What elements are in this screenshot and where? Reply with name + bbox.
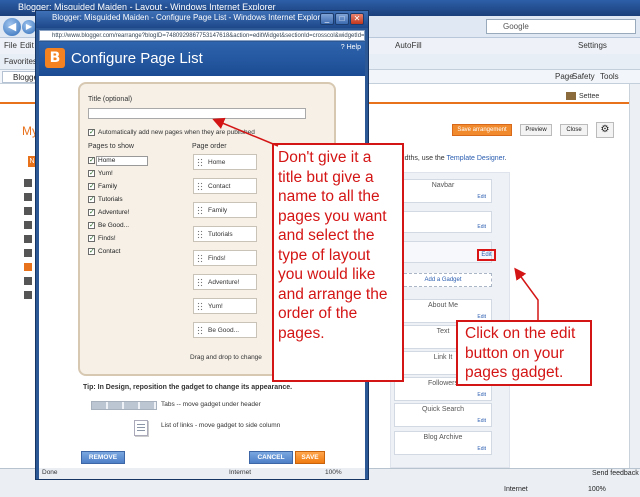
pages-to-show-header: Pages to show: [88, 143, 134, 150]
popup-zone-internet: Internet: [229, 469, 252, 476]
zoom-level[interactable]: 100%: [588, 486, 606, 493]
page-order-item[interactable]: Contact: [193, 178, 257, 194]
avatar: [566, 92, 576, 100]
zone-internet: Internet: [504, 486, 528, 493]
layout-icon[interactable]: [24, 263, 32, 271]
save-arrangement-button[interactable]: Save arrangement: [452, 124, 512, 136]
page-order-header: Page order: [192, 143, 227, 150]
cancel-button[interactable]: CANCEL: [249, 451, 293, 464]
forward-icon[interactable]: ▶: [22, 20, 36, 34]
edit-instruction-callout: Click on the edit button on your pages g…: [456, 320, 592, 386]
popup-status-bar: Done Internet 100%: [39, 468, 365, 479]
drag-handle-icon[interactable]: [197, 278, 203, 287]
popup-zoom-level[interactable]: 100%: [325, 469, 342, 476]
page-order-item[interactable]: Adventure!: [193, 274, 257, 290]
page-scrollbar[interactable]: [629, 84, 640, 468]
instruction-callout: Don't give it a title but give a name to…: [272, 143, 404, 382]
pages-icon[interactable]: [24, 207, 32, 215]
page-order-item[interactable]: Family: [193, 202, 257, 218]
auto-add-label: Automatically add new pages when they ar…: [98, 129, 255, 136]
popup-titlebar: Blogger: Misguided Maiden - Configure Pa…: [36, 11, 368, 28]
search-input[interactable]: Google: [486, 19, 636, 34]
gadget-blog-archive[interactable]: Blog Archive Edit: [394, 431, 492, 455]
earnings-icon[interactable]: [24, 249, 32, 257]
page-checkbox[interactable]: ✓: [88, 183, 95, 190]
back-icon[interactable]: ◀: [3, 18, 21, 36]
edit-link[interactable]: Edit: [477, 418, 486, 424]
menu-edit[interactable]: Edit: [20, 41, 34, 50]
gadget-quick-search[interactable]: Quick Search Edit: [394, 403, 492, 427]
gadget-navbar[interactable]: Navbar Edit: [394, 179, 492, 203]
page-checkbox[interactable]: ✓: [88, 209, 95, 216]
menu-file[interactable]: File: [4, 41, 17, 50]
popup-address-bar[interactable]: http://www.blogger.com/rearrange?blogID=…: [39, 30, 365, 41]
preview-button[interactable]: Preview: [520, 124, 552, 136]
posts-icon[interactable]: [24, 193, 32, 201]
popup-header: B Configure Page List ? Help: [39, 42, 365, 76]
page-checkbox[interactable]: ✓: [88, 196, 95, 203]
remove-button[interactable]: REMOVE: [81, 451, 125, 464]
autofill-button[interactable]: AutoFill: [395, 41, 422, 50]
page-checkbox[interactable]: ✓: [88, 235, 95, 242]
page-menu[interactable]: Page: [555, 72, 574, 81]
add-gadget-link[interactable]: Add a Gadget: [394, 273, 492, 287]
user-area[interactable]: Settee: [566, 92, 599, 100]
pages-gadget-edit-highlight[interactable]: Edit: [477, 249, 496, 261]
status-done: Done: [42, 469, 58, 476]
tools-menu[interactable]: Tools: [600, 72, 619, 81]
save-button[interactable]: SAVE: [295, 451, 325, 464]
close-button[interactable]: Close: [560, 124, 588, 136]
home-icon[interactable]: [24, 179, 32, 187]
drag-handle-icon[interactable]: [197, 206, 203, 215]
drag-handle-icon[interactable]: [197, 254, 203, 263]
drag-handle-icon[interactable]: [197, 182, 203, 191]
page-checkbox[interactable]: ✓: [88, 157, 95, 164]
template-designer-link[interactable]: Template Designer: [447, 155, 505, 162]
maximize-button[interactable]: □: [335, 13, 349, 25]
window-close-button[interactable]: ✕: [350, 13, 364, 25]
tabs-layout-icon: [91, 401, 157, 410]
comments-icon[interactable]: [24, 221, 32, 229]
safety-menu[interactable]: Safety: [572, 72, 595, 81]
auto-add-checkbox[interactable]: ✓: [88, 129, 95, 136]
help-link[interactable]: ? Help: [341, 44, 361, 51]
gadget-header[interactable]: Edit: [394, 211, 492, 233]
page-checkbox[interactable]: ✓: [88, 170, 95, 177]
page-order-item[interactable]: Home: [193, 154, 257, 170]
tabs-description: Tabs -- move gadget under header: [161, 401, 261, 408]
widths-note: widths, use the Template Designer.: [398, 155, 507, 162]
gear-icon[interactable]: ⚙: [596, 122, 614, 138]
edit-link[interactable]: Edit: [477, 392, 486, 398]
list-description: List of links - move gadget to side colu…: [161, 422, 281, 429]
settings-button[interactable]: Settings: [578, 41, 607, 50]
template-icon[interactable]: [24, 277, 32, 285]
drag-handle-icon[interactable]: [197, 230, 203, 239]
drag-note: Drag and drop to change: [190, 354, 262, 361]
design-tip: Tip: In Design, reposition the gadget to…: [83, 384, 293, 391]
page-checkbox[interactable]: ✓: [88, 248, 95, 255]
send-feedback-link[interactable]: Send feedback: [592, 470, 639, 477]
page-checkbox[interactable]: ✓: [88, 222, 95, 229]
drag-handle-icon[interactable]: [197, 326, 203, 335]
page-title: Configure Page List: [71, 50, 203, 67]
page-order-item[interactable]: Be Good...: [193, 322, 257, 338]
list-layout-icon: [134, 420, 148, 436]
title-input[interactable]: [88, 108, 306, 119]
title-label: Title (optional): [88, 96, 133, 103]
drag-handle-icon[interactable]: [197, 302, 203, 311]
drag-handle-icon[interactable]: [197, 158, 203, 167]
favorites-button[interactable]: Favorites: [4, 57, 37, 66]
page-order-item[interactable]: Yum!: [193, 298, 257, 314]
popup-title: Blogger: Misguided Maiden - Configure Pa…: [52, 13, 328, 22]
stats-icon[interactable]: [24, 235, 32, 243]
settings-wrench-icon[interactable]: [24, 291, 32, 299]
minimize-button[interactable]: _: [320, 13, 334, 25]
page-order-item[interactable]: Finds!: [193, 250, 257, 266]
blogger-logo-icon: B: [45, 48, 65, 68]
page-order-item[interactable]: Tutorials: [193, 226, 257, 242]
edit-link[interactable]: Edit: [477, 194, 486, 200]
edit-link[interactable]: Edit: [477, 224, 486, 230]
edit-link[interactable]: Edit: [477, 446, 486, 452]
